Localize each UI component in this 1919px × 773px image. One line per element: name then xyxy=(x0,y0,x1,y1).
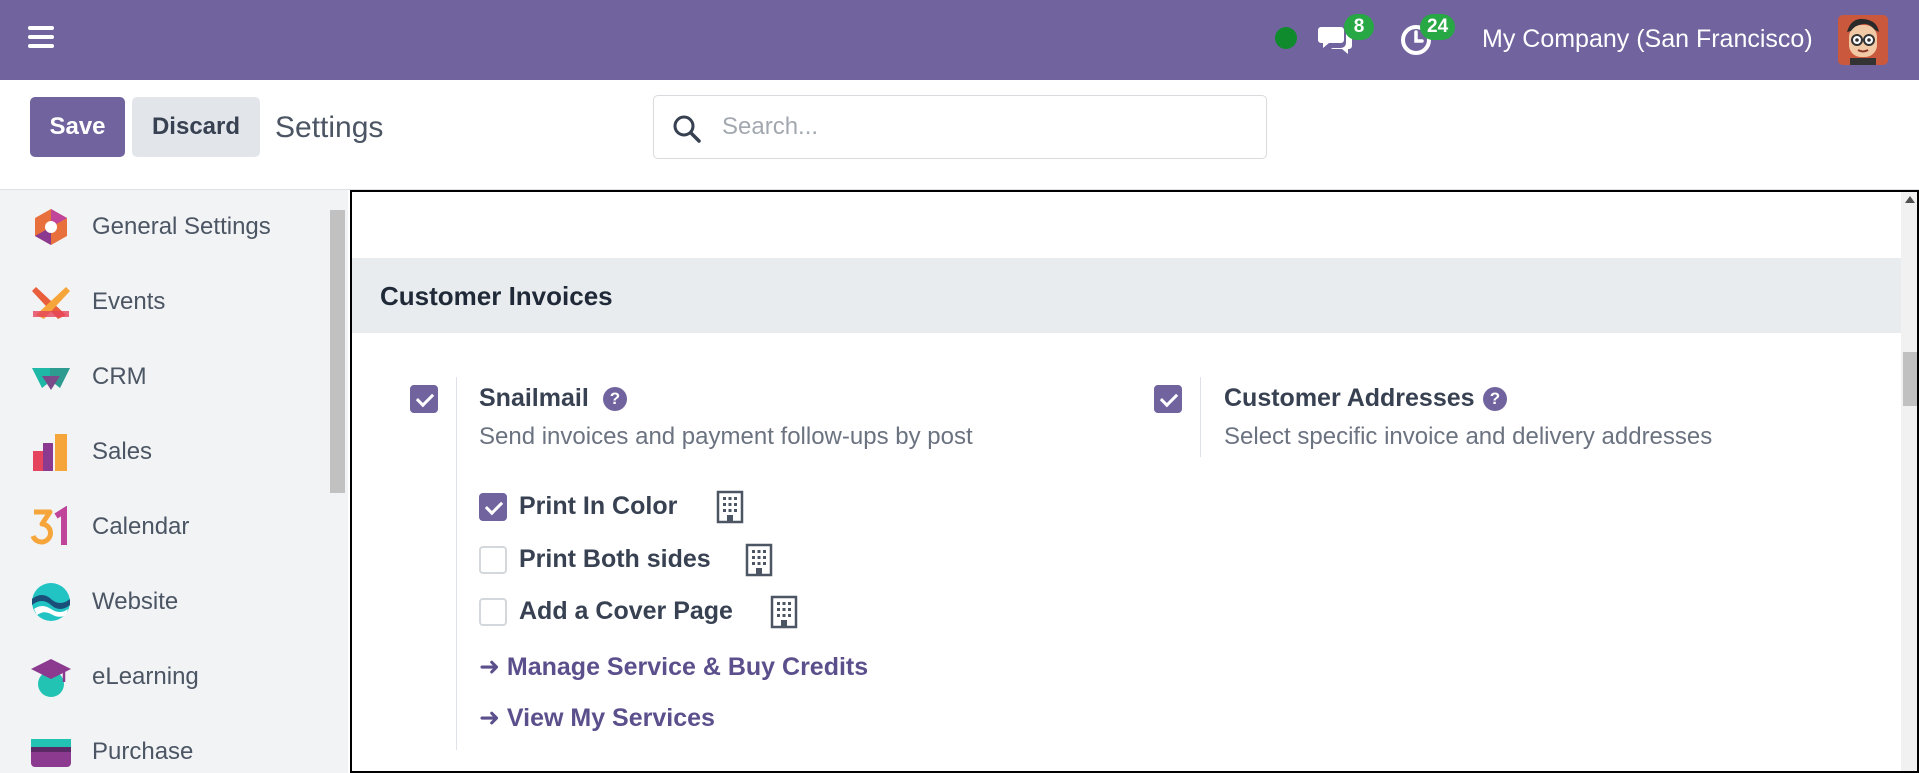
company-dependent-building-icon xyxy=(770,595,798,629)
search-icon xyxy=(673,115,701,143)
sidebar-item-label: General Settings xyxy=(92,213,271,240)
customer-addresses-description: Select specific invoice and delivery add… xyxy=(1224,423,1713,450)
sidebar-item-general-settings[interactable]: General Settings xyxy=(0,190,328,265)
sidebar-scrollbar-thumb[interactable] xyxy=(330,210,345,493)
user-avatar[interactable] xyxy=(1838,15,1888,65)
calendar-icon xyxy=(30,506,67,545)
view-my-services-link[interactable]: ➜ View My Services xyxy=(479,702,715,734)
presence-status-icon xyxy=(1275,27,1297,49)
company-dependent-building-icon xyxy=(716,490,744,524)
events-icon xyxy=(32,287,70,319)
print-in-color-label: Print In Color xyxy=(519,492,678,520)
print-in-color-checkbox[interactable] xyxy=(479,493,507,521)
customer-addresses-help-icon[interactable]: ? xyxy=(1483,387,1507,411)
snailmail-help-icon[interactable]: ? xyxy=(603,387,627,411)
company-switcher[interactable]: My Company (San Francisco) xyxy=(1482,22,1813,56)
snailmail-checkbox[interactable] xyxy=(410,385,438,413)
manage-service-link[interactable]: ➜ Manage Service & Buy Credits xyxy=(479,651,868,683)
messages-count-badge: 8 xyxy=(1344,14,1374,40)
elearning-icon xyxy=(31,659,71,697)
setting-divider xyxy=(456,377,457,750)
settings-content-pane: Customer Invoices Snailmail ? Send invoi… xyxy=(350,190,1919,773)
company-dependent-building-icon xyxy=(745,543,773,577)
sidebar-item-label: eLearning xyxy=(92,663,199,690)
section-title: Customer Invoices xyxy=(380,281,613,311)
top-navbar: 8 24 My Company (San Francisco) xyxy=(0,0,1919,80)
search-box[interactable] xyxy=(653,95,1267,159)
content-scrollbar-thumb[interactable] xyxy=(1903,352,1917,406)
control-panel: Save Discard Settings xyxy=(0,80,1919,190)
general-settings-icon xyxy=(35,209,67,245)
print-both-sides-checkbox[interactable] xyxy=(479,546,507,574)
manage-service-link-label: Manage Service & Buy Credits xyxy=(506,653,869,681)
menu-toggle-icon[interactable] xyxy=(28,26,54,48)
sidebar-item-purchase[interactable]: Purchase xyxy=(0,715,328,773)
discard-button[interactable]: Discard xyxy=(132,97,260,157)
customer-addresses-checkbox[interactable] xyxy=(1154,385,1182,413)
sidebar-item-label: Website xyxy=(92,588,179,615)
page-title: Settings xyxy=(275,111,384,144)
content-scrollbar-track xyxy=(1901,192,1917,771)
snailmail-description: Send invoices and payment follow-ups by … xyxy=(479,423,973,450)
setting-divider xyxy=(1200,377,1201,457)
sidebar-item-label: Purchase xyxy=(92,738,194,765)
scroll-up-arrow-icon[interactable] xyxy=(1905,196,1915,203)
snailmail-title: Snailmail xyxy=(479,384,589,412)
activities-count-badge: 24 xyxy=(1420,14,1456,40)
sidebar-item-events[interactable]: Events xyxy=(0,265,328,340)
sidebar-item-crm[interactable]: CRM xyxy=(0,340,328,415)
sidebar-item-label: CRM xyxy=(92,363,147,390)
add-cover-page-label: Add a Cover Page xyxy=(519,597,733,625)
section-header: Customer Invoices xyxy=(352,258,1901,333)
crm-icon xyxy=(32,368,70,390)
sidebar-item-elearning[interactable]: eLearning xyxy=(0,640,328,715)
sidebar-item-label: Sales xyxy=(92,438,153,465)
save-button[interactable]: Save xyxy=(30,97,125,157)
sidebar-item-website[interactable]: Website xyxy=(0,565,328,640)
arrow-right-icon: ➜ xyxy=(479,653,500,681)
customer-addresses-title: Customer Addresses xyxy=(1224,384,1475,412)
add-cover-page-checkbox[interactable] xyxy=(479,598,507,626)
sales-icon xyxy=(33,434,67,471)
sidebar-item-calendar[interactable]: Calendar xyxy=(0,490,328,565)
website-icon xyxy=(32,583,70,621)
sidebar-item-label: Calendar xyxy=(92,513,190,540)
sidebar-item-sales[interactable]: Sales xyxy=(0,415,328,490)
settings-app-sidebar: General Settings Events CRM Sales Calend… xyxy=(0,190,348,773)
arrow-right-icon: ➜ xyxy=(479,704,500,732)
print-both-sides-label: Print Both sides xyxy=(519,545,711,573)
search-input[interactable] xyxy=(722,110,1242,144)
purchase-icon xyxy=(31,739,71,767)
view-my-services-link-label: View My Services xyxy=(506,704,715,732)
sidebar-item-label: Events xyxy=(92,288,166,315)
